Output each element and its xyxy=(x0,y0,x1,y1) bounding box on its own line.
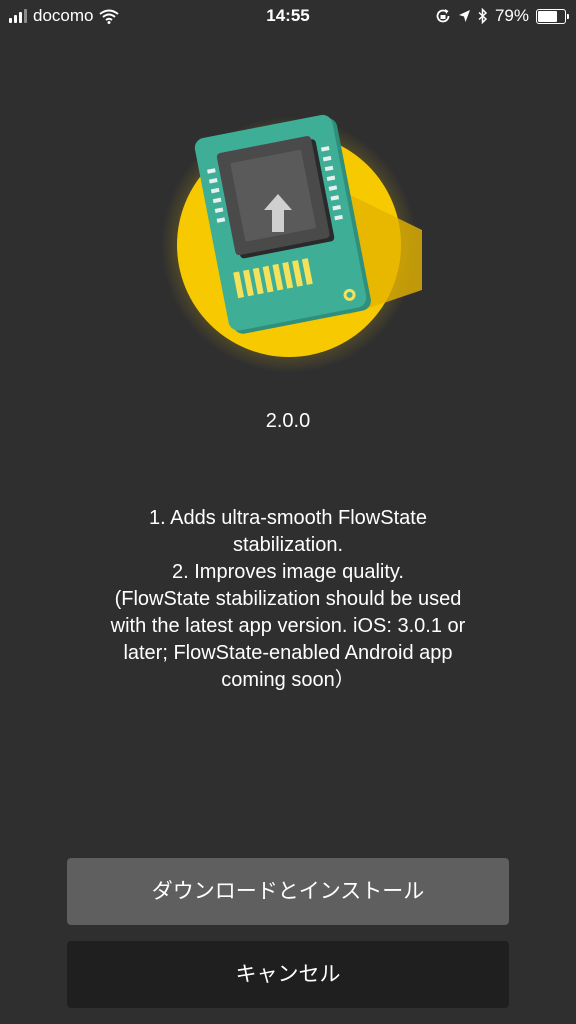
release-note-line: with the latest app version. iOS: 3.0.1 … xyxy=(110,615,466,637)
battery-percent: 79% xyxy=(494,6,529,25)
release-note-line: coming soon） xyxy=(221,669,355,691)
release-notes: 1. Adds ultra-smooth FlowState stabiliza… xyxy=(60,505,516,694)
download-install-button[interactable]: ダウンロードとインストール xyxy=(67,858,509,925)
screen-lock-icon xyxy=(436,9,450,23)
release-note-line: stabilization. xyxy=(232,534,344,556)
battery-icon xyxy=(536,8,569,24)
status-bar: docomo 14:55 79% xyxy=(0,0,576,34)
release-note-line: 1. Adds ultra-smooth FlowState xyxy=(149,507,427,529)
status-right: 79% xyxy=(435,6,569,26)
firmware-chip-icon xyxy=(161,114,422,373)
cancel-button[interactable]: キャンセル xyxy=(67,941,509,1008)
release-note-line: later; FlowState-enabled Android app xyxy=(123,642,453,664)
bluetooth-icon xyxy=(478,8,488,24)
release-note-line: 2. Improves image quality. xyxy=(172,561,404,583)
release-note-line: (FlowState stabilization should be used xyxy=(114,588,462,610)
firmware-version: 2.0.0 xyxy=(265,410,311,432)
battery-fill xyxy=(538,10,557,22)
location-icon xyxy=(458,10,470,22)
